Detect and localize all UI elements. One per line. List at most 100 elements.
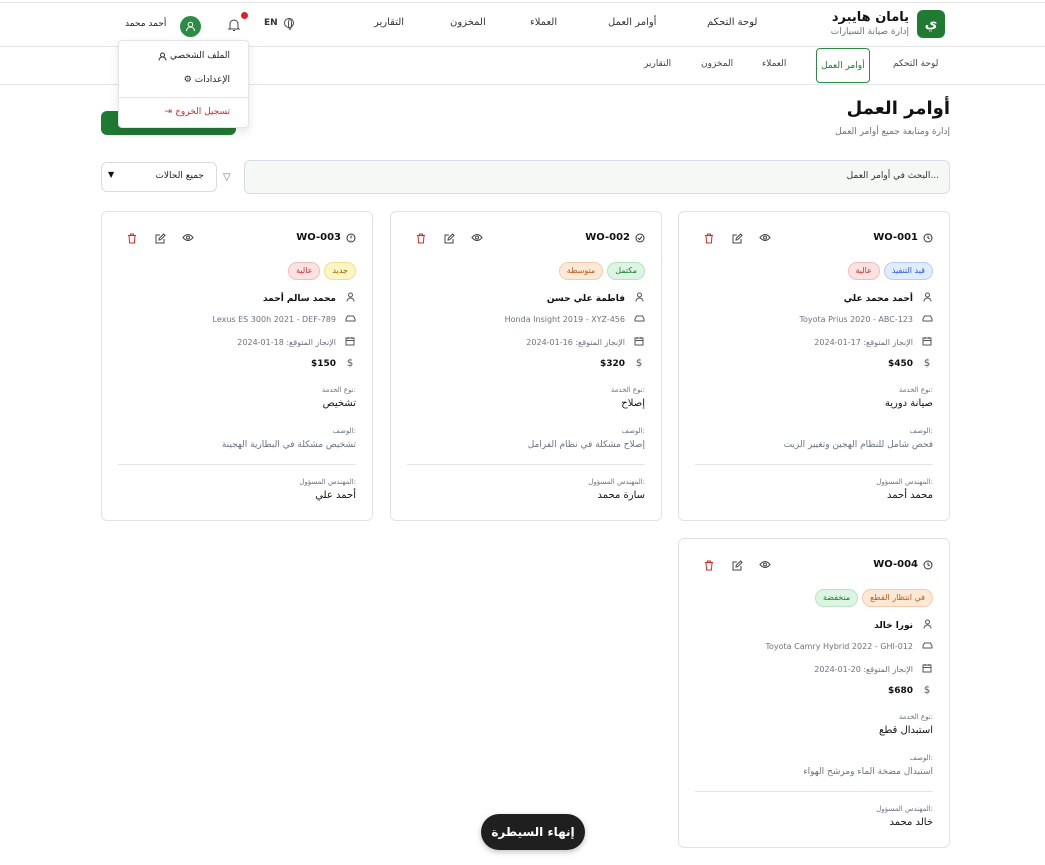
language-label: EN bbox=[264, 18, 278, 28]
nav-work-orders[interactable]: أوامر العمل bbox=[608, 17, 656, 28]
due-prefix: الإنجاز المتوقع: bbox=[863, 338, 913, 347]
avatar[interactable] bbox=[180, 16, 201, 37]
dollar-icon: $ bbox=[635, 358, 643, 369]
notification-dot bbox=[241, 12, 248, 19]
car-icon bbox=[344, 314, 356, 325]
work-order-id-row: WO-004 bbox=[873, 559, 933, 570]
user-icon bbox=[633, 292, 645, 305]
engineer-label: المهندس المسؤول: bbox=[299, 478, 356, 486]
badges: مكتمل متوسطة bbox=[558, 262, 645, 280]
work-order-card[interactable]: WO-003 جديد عالية محمد سالم أحمد Lexus E… bbox=[101, 211, 373, 521]
service-type-label: نوع الخدمة: bbox=[898, 713, 933, 721]
menu-item-logout[interactable]: ⇥ تسجيل الخروج bbox=[165, 107, 230, 117]
eye-icon[interactable] bbox=[759, 560, 771, 572]
logout-icon: ⇥ bbox=[164, 107, 173, 117]
filter-icon: ▽ bbox=[223, 172, 231, 183]
description-label: الوصف: bbox=[909, 754, 933, 762]
edit-icon[interactable] bbox=[731, 233, 743, 245]
subnav-reports[interactable]: التقارير bbox=[644, 59, 671, 69]
notifications-button[interactable] bbox=[227, 12, 248, 31]
user-icon bbox=[921, 619, 933, 632]
work-order-id: WO-003 bbox=[296, 232, 341, 243]
vehicle-row: Toyota Prius 2020 - ABC-123 bbox=[799, 314, 933, 325]
calendar-icon bbox=[921, 336, 933, 349]
cost-row: $ $450 bbox=[888, 358, 933, 369]
engineer-label: المهندس المسؤول: bbox=[876, 805, 933, 813]
search-box[interactable]: البحث في أوامر العمل... bbox=[244, 160, 950, 194]
edit-icon[interactable] bbox=[731, 560, 743, 572]
subnav-inventory[interactable]: المخزون bbox=[701, 59, 733, 69]
dollar-icon: $ bbox=[346, 358, 354, 369]
user-name[interactable]: أحمد محمد bbox=[125, 19, 166, 29]
subnav-dashboard[interactable]: لوحة التحكم bbox=[893, 59, 938, 69]
edit-icon[interactable] bbox=[154, 233, 166, 245]
calendar-icon bbox=[921, 663, 933, 676]
nav-reports[interactable]: التقارير bbox=[374, 17, 404, 28]
priority-badge: عالية bbox=[288, 262, 321, 280]
engineer-label: المهندس المسؤول: bbox=[876, 478, 933, 486]
eye-icon[interactable] bbox=[471, 233, 483, 245]
globe-icon bbox=[283, 18, 294, 30]
engineer-value: خالد محمد bbox=[889, 817, 933, 828]
work-order-card[interactable]: WO-004 في انتظار القطع منخفضة نورا خالد … bbox=[678, 538, 950, 848]
due-label: الإنجاز المتوقع: 16-01-2024 bbox=[526, 338, 625, 347]
card-actions bbox=[703, 233, 771, 245]
eye-icon[interactable] bbox=[759, 233, 771, 245]
brand-title: يامان هايبرد bbox=[831, 10, 909, 25]
calendar-icon bbox=[633, 336, 645, 349]
trash-icon[interactable] bbox=[703, 560, 715, 572]
nav-customers[interactable]: العملاء bbox=[530, 17, 557, 28]
status-filter-select[interactable]: جميع الحالات ▼ bbox=[101, 162, 217, 192]
cost-value: $150 bbox=[310, 358, 336, 369]
menu-item-profile[interactable]: الملف الشخصي bbox=[158, 51, 230, 61]
edit-icon[interactable] bbox=[443, 233, 455, 245]
user-icon bbox=[186, 21, 195, 32]
description-label: الوصف: bbox=[621, 427, 645, 435]
trash-icon[interactable] bbox=[126, 233, 138, 245]
work-order-id: WO-001 bbox=[873, 232, 918, 243]
service-type-label: نوع الخدمة: bbox=[610, 386, 645, 394]
due-prefix: الإنجاز المتوقع: bbox=[863, 665, 913, 674]
trash-icon[interactable] bbox=[415, 233, 427, 245]
language-toggle[interactable]: EN bbox=[264, 18, 294, 30]
work-order-card[interactable]: WO-001 قيد التنفيذ عالية أحمد محمد علي T… bbox=[678, 211, 950, 521]
due-label: الإنجاز المتوقع: 18-01-2024 bbox=[237, 338, 336, 347]
chevron-down-icon: ▼ bbox=[108, 170, 115, 179]
card-actions bbox=[415, 233, 483, 245]
service-type-value: صيانة دورية bbox=[884, 398, 933, 409]
search-input[interactable]: البحث في أوامر العمل... bbox=[847, 171, 939, 181]
cost-row: $ $320 bbox=[600, 358, 645, 369]
work-order-id: WO-004 bbox=[873, 559, 918, 570]
badges: في انتظار القطع منخفضة bbox=[815, 589, 933, 607]
cost-value: $320 bbox=[599, 358, 625, 369]
subnav-work-orders[interactable]: أوامر العمل bbox=[816, 48, 870, 83]
end-control-button[interactable]: إنهاء السيطرة bbox=[481, 814, 585, 850]
customer-name: فاطمة علي حسن bbox=[546, 293, 625, 304]
gear-icon: ⚙ bbox=[183, 75, 192, 85]
subnav-customers[interactable]: العملاء bbox=[762, 59, 786, 69]
trash-icon[interactable] bbox=[703, 233, 715, 245]
work-order-card[interactable]: WO-002 مكتمل متوسطة فاطمة علي حسن Honda … bbox=[390, 211, 662, 521]
nav-inventory[interactable]: المخزون bbox=[450, 17, 486, 28]
due-date: 20-01-2024 bbox=[814, 665, 861, 674]
status-filter-value: جميع الحالات bbox=[155, 171, 204, 181]
vehicle-row: Lexus ES 300h 2021 - DEF-789 bbox=[213, 314, 356, 325]
cost-value: $680 bbox=[887, 685, 913, 696]
menu-item-settings[interactable]: ⚙ الإعدادات bbox=[184, 75, 230, 85]
service-type-label: نوع الخدمة: bbox=[321, 386, 356, 394]
eye-icon[interactable] bbox=[182, 233, 194, 245]
customer-name: نورا خالد bbox=[874, 620, 913, 631]
priority-badge: عالية bbox=[847, 262, 880, 280]
vehicle-info: Lexus ES 300h 2021 - DEF-789 bbox=[212, 315, 336, 324]
brand[interactable]: يامان هايبرد إدارة صيانة السيارات ي bbox=[831, 10, 945, 38]
due-date: 18-01-2024 bbox=[237, 338, 284, 347]
description-label: الوصف: bbox=[332, 427, 356, 435]
menu-item-label: الإعدادات bbox=[194, 75, 230, 85]
page-subtitle: إدارة ومتابعة جميع أوامر العمل bbox=[835, 127, 950, 137]
nav-dashboard[interactable]: لوحة التحكم bbox=[707, 17, 757, 28]
vehicle-info: Honda Insight 2019 - XYZ-456 bbox=[504, 315, 625, 324]
status-badge: قيد التنفيذ bbox=[883, 262, 933, 280]
service-type-label: نوع الخدمة: bbox=[898, 386, 933, 394]
check-circle-icon bbox=[635, 233, 645, 242]
cost-row: $ $150 bbox=[311, 358, 356, 369]
